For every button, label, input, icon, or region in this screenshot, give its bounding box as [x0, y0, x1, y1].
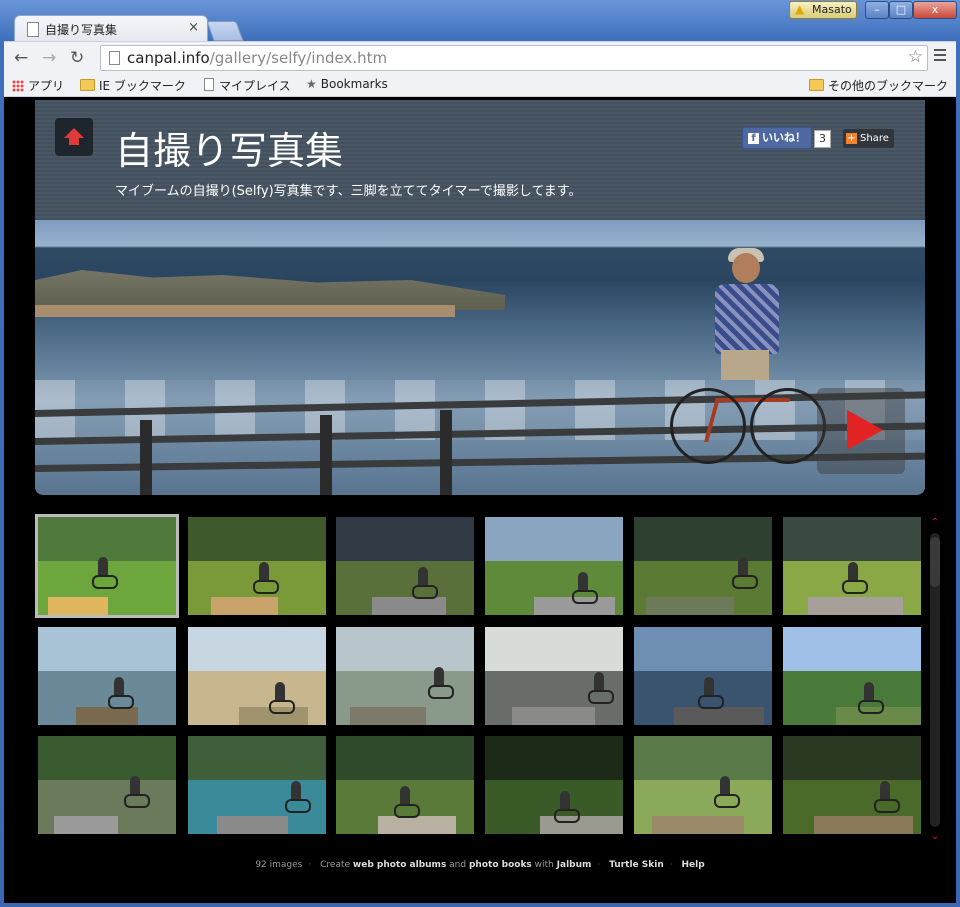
photo-thumbnail[interactable] [336, 736, 474, 834]
user-profile-button[interactable]: ▲ Masato [789, 1, 857, 19]
star-icon: ★ [306, 77, 317, 91]
photo-thumbnail[interactable] [336, 517, 474, 615]
help-link[interactable]: Help [681, 860, 704, 870]
address-bar[interactable]: canpal.info/gallery/selfy/index.htm ☆ [100, 45, 928, 71]
gallery-footer: 92 images · Create web photo albums and p… [255, 860, 705, 870]
apps-icon [12, 80, 24, 92]
photo-thumbnail[interactable] [336, 627, 474, 725]
folder-icon [809, 79, 824, 91]
share-button[interactable]: + Share [843, 129, 894, 148]
minimize-button[interactable]: – [865, 1, 889, 19]
photo-thumbnail[interactable] [38, 736, 176, 834]
page-icon [109, 51, 120, 65]
toolbar: ← → ↻ canpal.info/gallery/selfy/index.ht… [4, 41, 956, 75]
photo-thumbnail[interactable] [35, 514, 179, 618]
bookmark-myplace[interactable]: マイプレイス [204, 77, 291, 94]
browser-window: 自撮り写真集 × ▲ Masato – □ x ← → ↻ canpal.inf… [0, 0, 960, 907]
bookmark-ie-folder[interactable]: IE ブックマーク [80, 77, 186, 94]
jalbum-link[interactable]: Jalbum [557, 860, 592, 870]
photo-thumbnail[interactable] [188, 517, 326, 615]
warning-icon: ▲ [795, 2, 805, 16]
cyclist-figure [670, 248, 826, 495]
scroll-up-icon[interactable]: ⌃ [930, 517, 940, 528]
up-button[interactable] [55, 118, 93, 156]
close-tab-icon[interactable]: × [188, 20, 199, 35]
bookmark-other[interactable]: その他のブックマーク [809, 77, 948, 94]
folder-icon [80, 79, 95, 91]
close-window-button[interactable]: x [913, 1, 957, 19]
bookmark-apps[interactable]: アプリ [12, 77, 64, 94]
gallery-page: 自撮り写真集 マイブームの自撮り(Selfy)写真集です、三脚を立ててタイマーで… [4, 97, 956, 903]
page-icon [204, 78, 214, 91]
photo-thumbnail[interactable] [188, 736, 326, 834]
web-albums-link[interactable]: web photo albums [353, 860, 446, 870]
photo-thumbnail[interactable] [485, 736, 623, 834]
facebook-icon: f [748, 133, 759, 144]
scroll-down-icon[interactable]: ⌄ [930, 831, 940, 842]
plus-icon: + [846, 133, 857, 144]
photo-thumbnail[interactable] [634, 736, 772, 834]
gallery-description: マイブームの自撮り(Selfy)写真集です、三脚を立ててタイマーで撮影してます。 [115, 184, 582, 199]
play-icon [847, 410, 883, 450]
skin-link[interactable]: Turtle Skin [609, 860, 664, 870]
photo-thumbnail[interactable] [783, 736, 921, 834]
photo-thumbnail[interactable] [38, 627, 176, 725]
browser-tab[interactable]: 自撮り写真集 × [14, 15, 208, 42]
maximize-button[interactable]: □ [889, 1, 913, 19]
page-title: 自撮り写真集 [115, 129, 344, 173]
photo-thumbnail[interactable] [783, 627, 921, 725]
photo-thumbnail[interactable] [485, 517, 623, 615]
play-slideshow-button[interactable] [817, 388, 905, 474]
page-icon [27, 22, 39, 37]
url-text[interactable]: canpal.info/gallery/selfy/index.htm [127, 49, 387, 67]
user-name: Masato [812, 3, 852, 16]
bookmark-bookmarks[interactable]: ★ Bookmarks [306, 77, 388, 91]
like-count: 3 [814, 130, 831, 148]
photo-thumbnail[interactable] [485, 627, 623, 725]
scrollbar-thumb[interactable] [930, 537, 940, 587]
photo-thumbnail[interactable] [634, 517, 772, 615]
menu-icon[interactable] [934, 49, 946, 64]
bookmarks-bar: アプリ IE ブックマーク マイプレイス ★ Bookmarks その他のブックマ… [4, 74, 956, 97]
photo-thumbnail[interactable] [188, 627, 326, 725]
back-icon[interactable]: ← [14, 48, 28, 68]
forward-icon[interactable]: → [42, 48, 56, 68]
tab-title: 自撮り写真集 [45, 23, 118, 37]
photo-thumbnail[interactable] [783, 517, 921, 615]
image-count: 92 images [255, 860, 303, 870]
gallery-header: 自撮り写真集 マイブームの自撮り(Selfy)写真集です、三脚を立ててタイマーで… [35, 100, 925, 220]
bookmark-star-icon[interactable]: ☆ [908, 47, 923, 67]
new-tab-button[interactable] [206, 21, 244, 41]
photo-thumbnail[interactable] [634, 627, 772, 725]
photo-books-link[interactable]: photo books [469, 860, 532, 870]
slideshow-image[interactable] [35, 220, 925, 495]
facebook-like-button[interactable]: f いいね！ [742, 127, 812, 149]
reload-icon[interactable]: ↻ [70, 48, 84, 68]
